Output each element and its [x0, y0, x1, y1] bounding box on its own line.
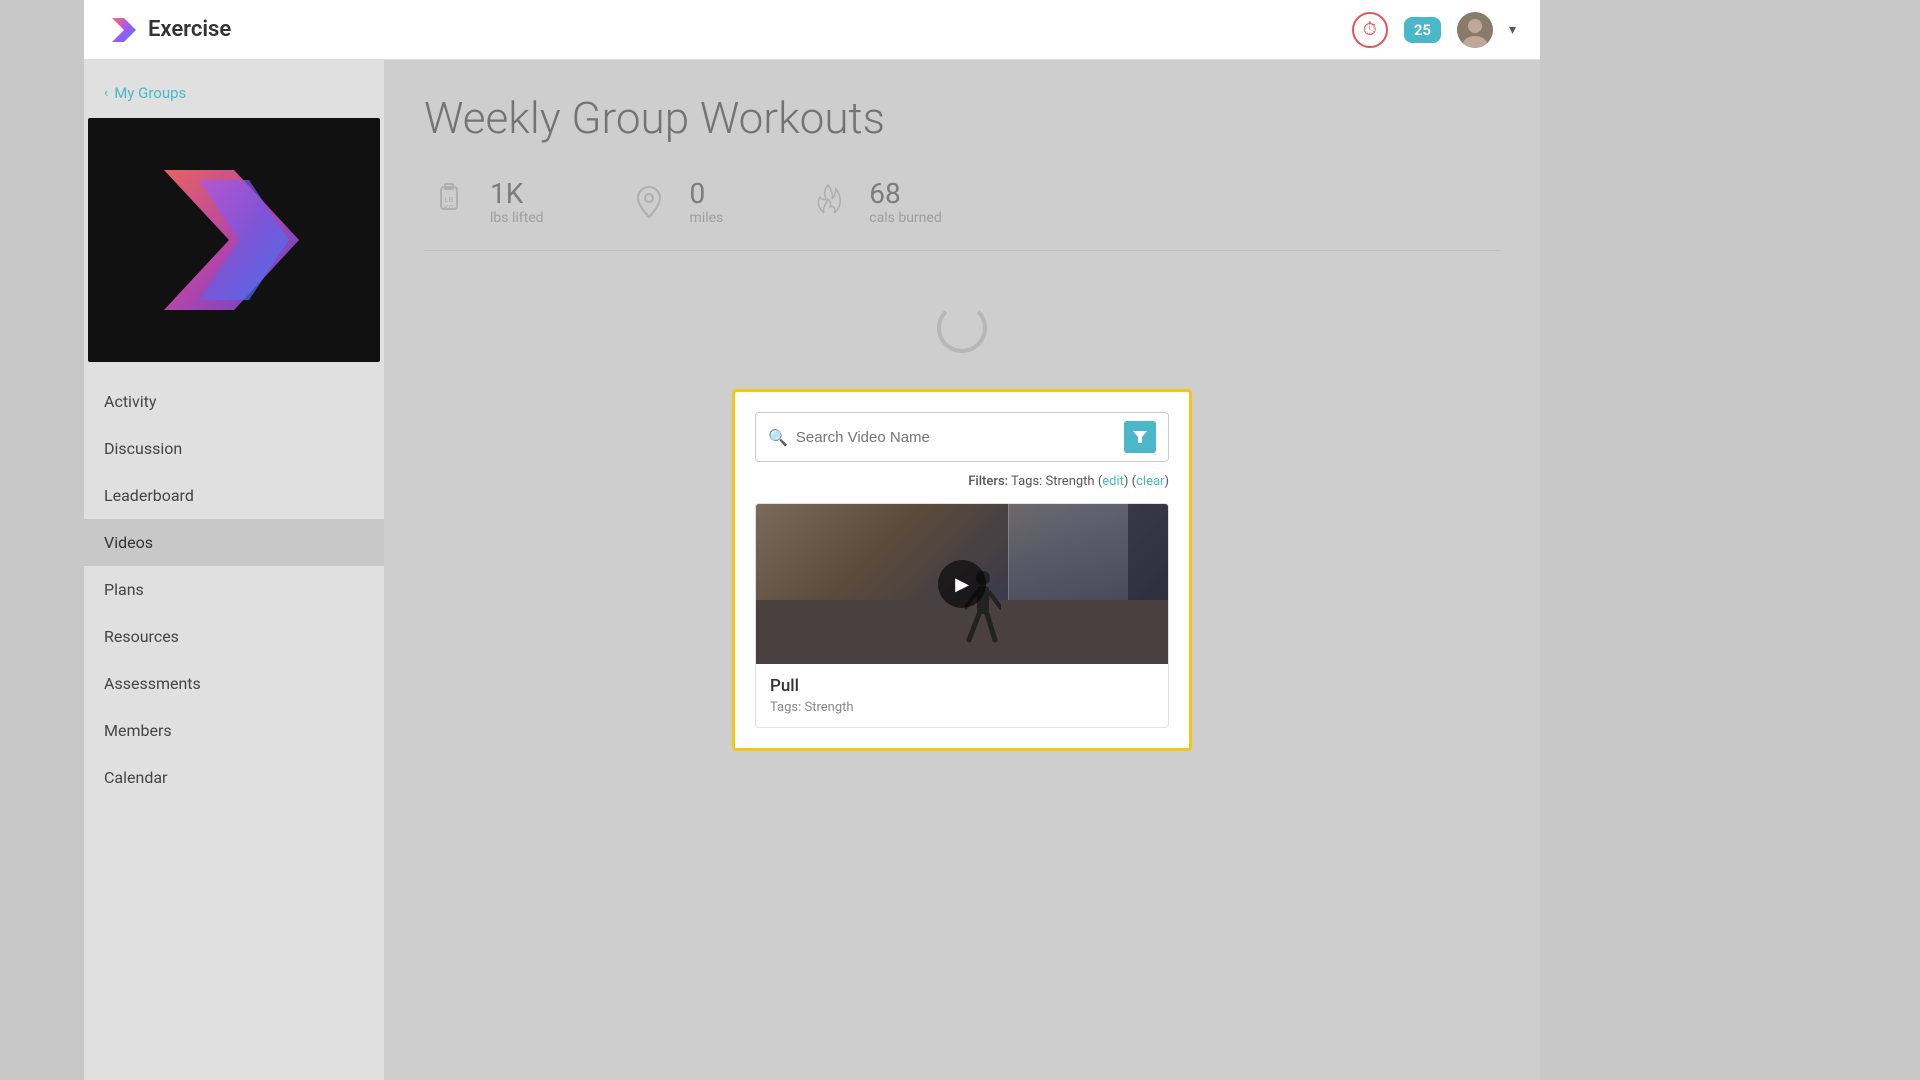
- play-icon: ▶: [955, 574, 969, 595]
- filter-button[interactable]: [1124, 421, 1156, 453]
- sidebar-item-discussion[interactable]: Discussion: [84, 425, 384, 472]
- avatar[interactable]: [1457, 12, 1493, 48]
- filters-tags-text: Tags: Strength: [1011, 474, 1098, 489]
- back-chevron-icon: ‹: [104, 85, 108, 101]
- notification-badge[interactable]: 25: [1404, 17, 1441, 43]
- timer-button[interactable]: ⏱: [1352, 12, 1388, 48]
- filters-paren-close2: ): [1164, 474, 1169, 489]
- filters-edit-link[interactable]: edit: [1102, 474, 1124, 489]
- sidebar-item-activity[interactable]: Activity: [84, 378, 384, 425]
- search-bar[interactable]: 🔍: [755, 412, 1169, 462]
- filters-line: Filters: Tags: Strength (edit) (clear): [755, 474, 1169, 489]
- top-navigation: Exercise ⏱ 25 ▾: [84, 0, 1540, 60]
- sidebar-item-members[interactable]: Members: [84, 707, 384, 754]
- filters-paren-close: ): [1124, 474, 1129, 489]
- sidebar-item-plans[interactable]: Plans: [84, 566, 384, 613]
- user-menu-chevron[interactable]: ▾: [1509, 22, 1516, 38]
- body-layout: ‹ My Groups: [84, 60, 1540, 1080]
- modal-overlay: 🔍 Filters: Tags: Strength (edit): [384, 60, 1540, 1080]
- filter-icon: [1133, 430, 1147, 444]
- sidebar-item-leaderboard[interactable]: Leaderboard: [84, 472, 384, 519]
- sidebar-item-calendar[interactable]: Calendar: [84, 754, 384, 801]
- sidebar-item-resources[interactable]: Resources: [84, 613, 384, 660]
- sidebar-item-videos[interactable]: Videos: [84, 519, 384, 566]
- main-content: Weekly Group Workouts LB KG 1K: [384, 60, 1540, 1080]
- back-link[interactable]: ‹ My Groups: [84, 76, 384, 110]
- video-thumbnail: ▶: [756, 504, 1168, 664]
- app-title: Exercise: [148, 17, 231, 42]
- video-title: Pull: [770, 676, 1154, 696]
- search-icon: 🔍: [768, 428, 788, 447]
- app-logo-icon: [108, 14, 140, 46]
- timer-icon-symbol: ⏱: [1363, 19, 1377, 40]
- logo-area: Exercise: [108, 14, 231, 46]
- sidebar-item-assessments[interactable]: Assessments: [84, 660, 384, 707]
- user-avatar-image: [1457, 12, 1493, 48]
- filters-label: Filters:: [968, 474, 1008, 489]
- play-button[interactable]: ▶: [938, 560, 986, 608]
- nav-right-area: ⏱ 25 ▾: [1352, 12, 1516, 48]
- sidebar-navigation: Activity Discussion Leaderboard Videos P…: [84, 378, 384, 801]
- thumbnail-floor: [756, 600, 1168, 664]
- video-card[interactable]: ▶ Pull Tags: Strength: [755, 503, 1169, 728]
- back-link-label: My Groups: [114, 84, 186, 102]
- video-tags: Tags: Strength: [770, 700, 1154, 715]
- filters-clear-link[interactable]: clear: [1136, 474, 1164, 489]
- video-info: Pull Tags: Strength: [756, 664, 1168, 727]
- group-image: [88, 118, 380, 362]
- sidebar: ‹ My Groups: [84, 60, 384, 1080]
- search-input[interactable]: [796, 429, 1116, 446]
- videos-modal: 🔍 Filters: Tags: Strength (edit): [732, 389, 1192, 751]
- group-logo-image: [144, 150, 324, 330]
